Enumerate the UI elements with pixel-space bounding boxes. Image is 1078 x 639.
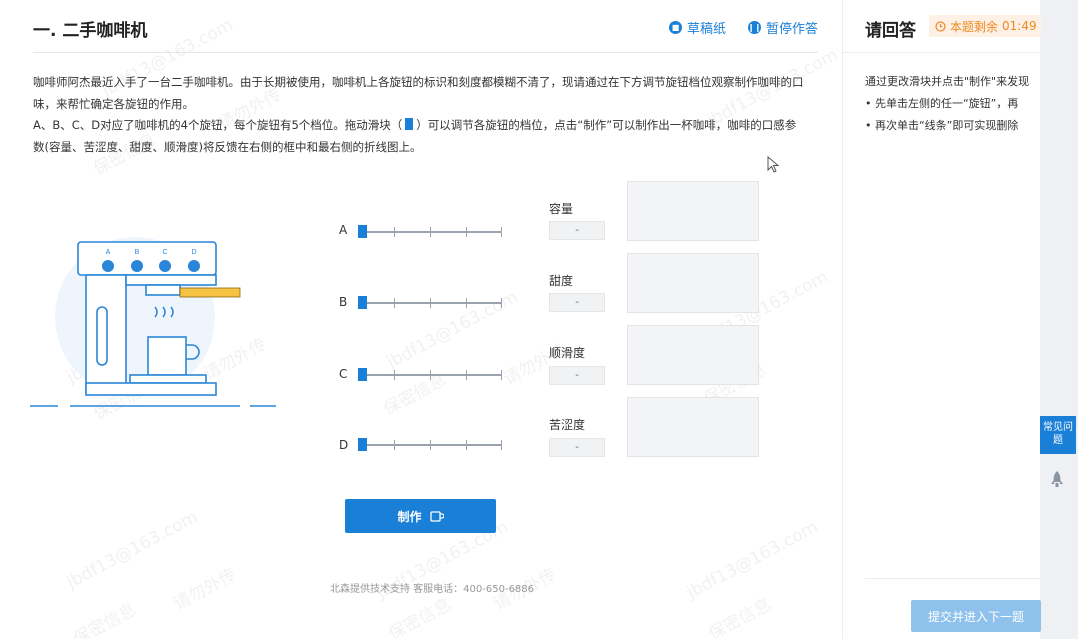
metric-value-smoothness: - — [549, 366, 605, 385]
footer-support: 北森提供技术支持 客服电话：400-650-6886 — [330, 584, 535, 595]
slider-handle-a[interactable] — [358, 225, 367, 238]
answer-panel: 请回答 本题剩余 01:49 通过更改滑块并点击"制作"来发现 • 先单击左侧的… — [842, 0, 1041, 639]
slider-d[interactable] — [358, 438, 502, 451]
question-panel: jbdf13@163.com 请勿外传 保密信息 jbdf13@163.com … — [0, 0, 842, 639]
metric-label-bitterness: 苦涩度 — [549, 418, 586, 432]
slider-label-d: D — [339, 438, 349, 452]
header-divider — [33, 52, 818, 53]
metric-label-sweetness: 甜度 — [549, 274, 574, 288]
slider-handle-c[interactable] — [358, 368, 367, 381]
knob-label: C — [162, 249, 167, 256]
slider-tick — [466, 298, 467, 308]
slider-label-b: B — [339, 295, 348, 309]
metric-label-smoothness: 顺滑度 — [549, 346, 586, 360]
header-actions: ■ 草稿纸 ❙❙ 暂停作答 — [668, 18, 818, 37]
slider-handle-icon — [405, 118, 414, 130]
instruction-bullet: • 先单击左侧的任一“旋钮”，再 — [865, 97, 1019, 110]
slider-a[interactable] — [358, 225, 502, 238]
pause-icon: ❙❙ — [748, 21, 761, 34]
metric-value-bitterness: - — [549, 438, 605, 457]
slider-tick — [466, 370, 467, 380]
slider-tick — [430, 370, 431, 380]
slider-handle-b[interactable] — [358, 296, 367, 309]
watermark-text: 保密信息 — [705, 594, 775, 639]
draft-icon: ■ — [668, 21, 682, 34]
desc-line: 咖啡师阿杰最近入手了一台二手咖啡机。由于长期被使用，咖啡机上各旋钮的标识和刻度都… — [33, 75, 804, 89]
pause-button[interactable]: ❙❙ 暂停作答 — [748, 18, 818, 37]
cup-icon — [429, 511, 444, 522]
faq-button[interactable]: 常见问题 — [1040, 416, 1076, 454]
metric-value-sweetness: - — [549, 293, 605, 312]
draft-label: 草稿纸 — [686, 22, 726, 37]
metric-chart-volume — [627, 181, 759, 241]
slider-tick — [394, 440, 395, 450]
slider-tick — [394, 298, 395, 308]
slider-b[interactable] — [358, 296, 502, 309]
countdown-timer: 本题剩余 01:49 — [929, 15, 1041, 37]
metric-chart-sweetness — [627, 253, 759, 313]
answer-instructions: 通过更改滑块并点击"制作"来发现 • 先单击左侧的任一“旋钮”，再 • 再次单击… — [865, 71, 1041, 137]
slider-tick — [466, 227, 467, 237]
instruction-bullet: • 再次单击“线条”即可实现删除 — [865, 119, 1019, 132]
slider-tick — [394, 370, 395, 380]
make-button[interactable]: 制作 — [345, 499, 496, 533]
question-title: 一. 二手咖啡机 — [33, 21, 148, 41]
watermark-text: 保密信息 — [385, 594, 455, 639]
timer-value: 01:49 — [1002, 19, 1037, 33]
answer-panel-bottom-divider — [865, 578, 1040, 579]
slider-tick — [501, 370, 502, 380]
slider-tick — [501, 440, 502, 450]
knob-label: B — [135, 249, 140, 256]
knob-label: D — [191, 249, 196, 256]
timer-label: 本题剩余 — [950, 19, 999, 34]
coffee-machine-illustration: A B C D — [30, 237, 276, 407]
submit-next-button[interactable]: 提交并进入下一题 — [911, 600, 1041, 632]
watermark-text: 请勿外传 — [170, 564, 240, 615]
pause-label: 暂停作答 — [765, 22, 818, 37]
slider-tick — [430, 227, 431, 237]
slider-c[interactable] — [358, 368, 502, 381]
rocket-icon[interactable] — [1048, 470, 1066, 490]
slider-handle-d[interactable] — [358, 438, 367, 451]
desc-text: ）可以调节各旋钮的档位，点击“制作”可以制作出一杯咖啡，咖啡的口感参 — [416, 118, 797, 132]
watermark-text: jbdf13@163.com — [63, 507, 202, 593]
metric-value-volume: - — [549, 221, 605, 240]
metric-label-volume: 容量 — [549, 202, 574, 216]
make-button-label: 制作 — [397, 509, 422, 524]
desc-line: 味，来帮忙确定各旋钮的作用。 — [33, 96, 194, 111]
slider-tick — [394, 227, 395, 237]
draft-button[interactable]: ■ 草稿纸 — [668, 18, 726, 37]
clock-icon — [935, 20, 946, 32]
slider-label-a: A — [339, 223, 348, 237]
metric-chart-bitterness — [627, 397, 759, 457]
slider-tick — [466, 440, 467, 450]
slider-tick — [430, 298, 431, 308]
watermark-text: 保密信息 — [70, 599, 140, 639]
slider-tick — [501, 298, 502, 308]
slider-tick — [501, 227, 502, 237]
answer-panel-divider — [843, 52, 1040, 53]
metric-chart-smoothness — [627, 325, 759, 385]
watermark-text: jbdf13@163.com — [683, 517, 822, 603]
answer-panel-title: 请回答 — [865, 21, 916, 41]
slider-label-c: C — [339, 367, 348, 381]
knob-label: A — [106, 249, 111, 256]
mouse-cursor-icon — [767, 156, 780, 173]
slider-tick — [430, 440, 431, 450]
instruction-intro: 通过更改滑块并点击"制作"来发现 — [865, 75, 1030, 88]
desc-text: A、B、C、D对应了咖啡机的4个旋钮，每个旋钮有5个档位。拖动滑块（ — [33, 118, 403, 132]
desc-line: 数(容量、苦涩度、甜度、顺滑度)将反馈在右侧的框中和最右侧的折线图上。 — [33, 139, 422, 154]
desc-line: A、B、C、D对应了咖啡机的4个旋钮，每个旋钮有5个档位。拖动滑块（ ）可以调节各… — [33, 115, 823, 137]
question-description: 咖啡师阿杰最近入手了一台二手咖啡机。由于长期被使用，咖啡机上各旋钮的标识和刻度都… — [33, 72, 823, 158]
